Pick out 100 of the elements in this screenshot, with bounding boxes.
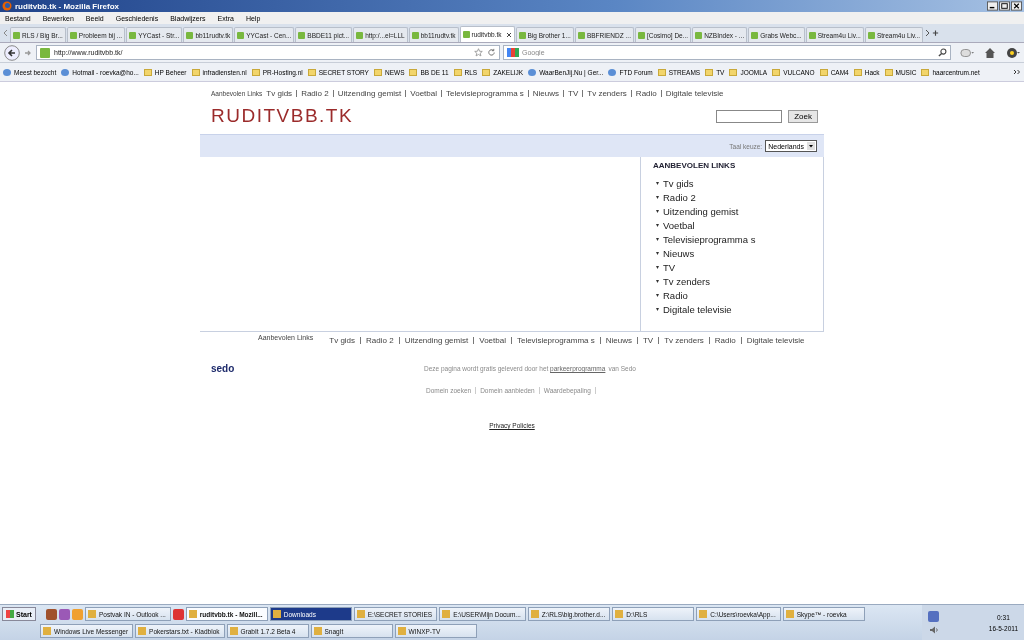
app-icon [229, 627, 238, 635]
folder-icon [373, 68, 382, 76]
site-icon [69, 31, 77, 39]
maximize-button[interactable] [999, 1, 1010, 11]
app-icon [785, 610, 794, 618]
bullet-icon [656, 251, 659, 255]
new-tab-icon[interactable] [932, 29, 940, 37]
folder-icon [191, 68, 200, 76]
globe-icon [3, 68, 11, 76]
panel-link[interactable]: Tv zenders [663, 275, 710, 287]
panel-link[interactable]: Digitale televisie [663, 303, 732, 315]
app-icon [615, 610, 624, 618]
speaker-icon[interactable] [928, 624, 939, 635]
footer-link[interactable]: Nieuws [605, 336, 632, 345]
folder-icon [409, 68, 418, 76]
site-icon [577, 31, 585, 39]
app-icon[interactable] [58, 608, 70, 620]
folder-icon [853, 68, 862, 76]
site-icon [298, 31, 306, 39]
panel-link[interactable]: Nieuws [663, 247, 695, 259]
dropdown-arrow-icon[interactable] [807, 142, 815, 150]
site-icon [637, 31, 645, 39]
bullet-icon [656, 293, 659, 297]
nav-link[interactable]: TV [568, 89, 579, 98]
bullet-icon [656, 181, 659, 185]
footer-link[interactable]: Digitale televisie [746, 336, 805, 345]
footer-link[interactable]: Radio 2 [366, 336, 394, 345]
app-icon [138, 627, 147, 635]
site-icon [411, 31, 419, 39]
addon-icon[interactable] [1006, 46, 1020, 59]
footer-link[interactable]: Televisieprogramma s [516, 336, 595, 345]
app-icon [87, 610, 96, 618]
folder-icon [307, 68, 316, 76]
site-icon [356, 31, 364, 39]
panel-link[interactable]: Radio [663, 289, 688, 301]
bullet-icon [656, 195, 659, 199]
folder-icon [729, 68, 738, 76]
search-icon[interactable] [938, 48, 947, 57]
nav-link[interactable]: Uitzending gemist [337, 89, 402, 98]
folder-icon [482, 68, 491, 76]
folder-icon [657, 68, 666, 76]
bullet-icon [656, 307, 659, 311]
close-button[interactable] [1011, 1, 1022, 11]
nav-link[interactable]: Radio [635, 89, 657, 98]
site-icon [695, 31, 703, 39]
footer-link[interactable]: Voetbal [479, 336, 506, 345]
app-icon [699, 610, 708, 618]
app-icon[interactable] [172, 608, 184, 620]
nav-link[interactable]: Voetbal [410, 89, 437, 98]
footer-link[interactable]: Uitzending gemist [404, 336, 469, 345]
nav-link[interactable]: Televisieprogramma s [446, 89, 524, 98]
globe-icon [608, 68, 617, 76]
tray-icon[interactable] [928, 610, 939, 622]
search-button[interactable]: Zoek [788, 109, 818, 123]
app-icon [313, 627, 322, 635]
close-icon[interactable] [505, 31, 512, 38]
folder-icon [884, 68, 893, 76]
site-icon [40, 47, 50, 58]
back-button[interactable] [4, 44, 20, 61]
footer-link[interactable]: Tv zenders [664, 336, 704, 345]
reload-icon[interactable] [487, 48, 496, 57]
footer-link[interactable]: Tv gids [329, 336, 356, 345]
footer-link[interactable]: Radio [714, 336, 736, 345]
home-button[interactable] [983, 46, 997, 59]
search-engine-icon [507, 48, 519, 57]
bullet-icon [656, 237, 659, 241]
panel-link[interactable]: Voetbal [663, 219, 695, 231]
nav-link[interactable]: Tv zenders [587, 89, 627, 98]
nav-link[interactable]: Tv gids [266, 89, 293, 98]
more-bookmarks-icon[interactable] [1013, 69, 1021, 75]
bullet-icon [656, 223, 659, 227]
app-icon[interactable] [45, 608, 57, 620]
panel-link[interactable]: Tv gids [663, 177, 694, 189]
scroll-right-icon[interactable] [924, 29, 932, 37]
star-icon[interactable] [474, 48, 483, 57]
site-icon [129, 31, 137, 39]
scroll-left-icon[interactable] [2, 29, 9, 37]
site-icon [867, 31, 875, 39]
panel-link[interactable]: TV [663, 261, 676, 273]
bullet-icon [656, 209, 659, 213]
nav-link[interactable]: Nieuws [532, 89, 560, 98]
sedo-logo: sedo [211, 363, 236, 374]
app-icon [356, 610, 365, 618]
folder-icon [143, 68, 152, 76]
app-icon [397, 627, 406, 635]
minimize-button[interactable] [987, 1, 998, 11]
panel-link[interactable]: Radio 2 [663, 191, 696, 203]
site-icon [518, 31, 526, 39]
app-icon [272, 610, 281, 618]
bullet-icon [656, 279, 659, 283]
app-icon [43, 627, 51, 635]
app-icon [188, 610, 197, 618]
folder-icon [453, 68, 462, 76]
search-input[interactable] [716, 109, 783, 123]
app-icon [442, 610, 451, 618]
panel-link[interactable]: Televisieprogramma s [663, 233, 756, 245]
nav-link[interactable]: Radio 2 [301, 89, 329, 98]
footer-link[interactable]: TV [643, 336, 654, 345]
nav-link[interactable]: Digitale televisie [665, 89, 724, 98]
panel-link[interactable]: Uitzending gemist [663, 205, 739, 217]
